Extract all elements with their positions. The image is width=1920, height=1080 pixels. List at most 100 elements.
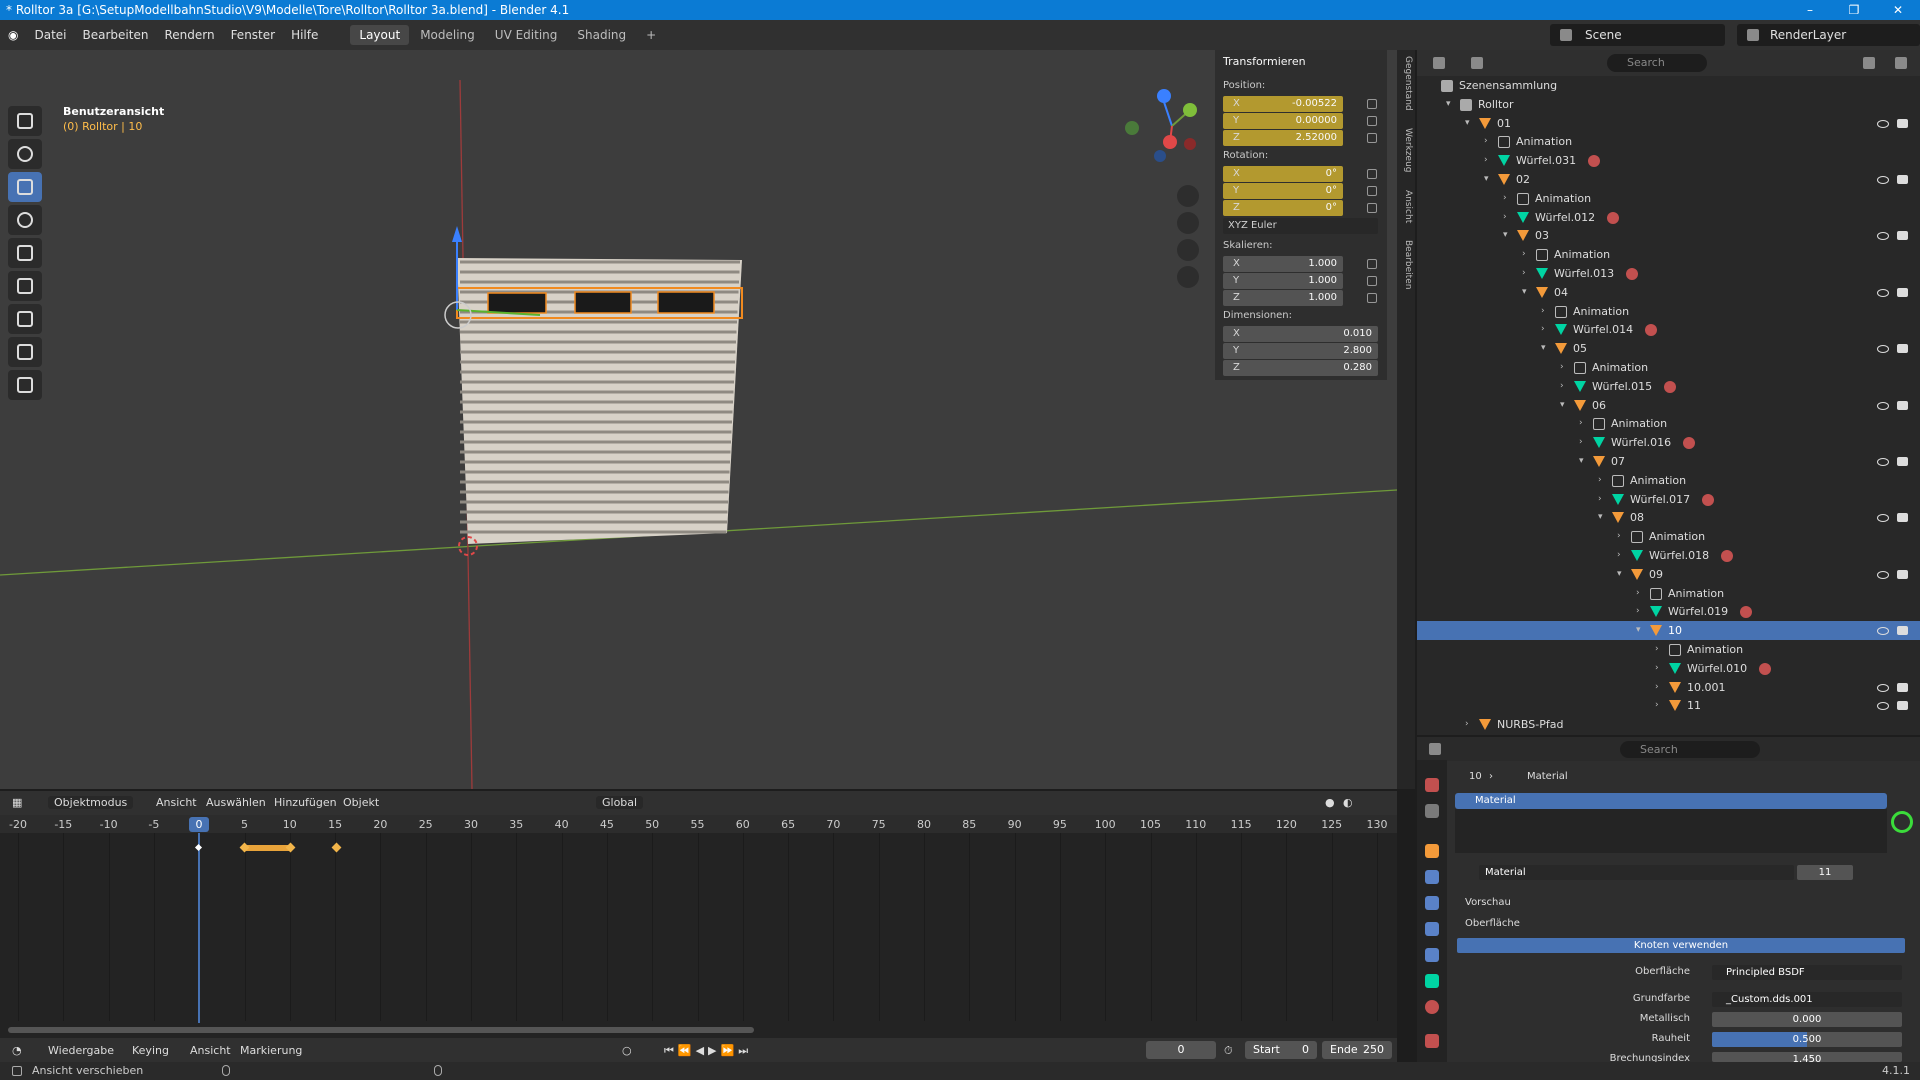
outliner-row[interactable]: › Animation bbox=[1417, 414, 1920, 433]
camera-icon[interactable] bbox=[1897, 400, 1908, 410]
measure-tool[interactable] bbox=[8, 337, 42, 367]
expand-arrow-icon[interactable]: › bbox=[1541, 320, 1551, 339]
start-frame-field[interactable]: Start 0 bbox=[1245, 1041, 1317, 1059]
move-tool[interactable] bbox=[8, 172, 42, 202]
outliner-row[interactable]: ▾ 06 bbox=[1417, 396, 1920, 415]
menu-fenster[interactable]: Fenster bbox=[223, 28, 284, 42]
timeline-scrollbar[interactable] bbox=[8, 1027, 754, 1033]
material-slot-list[interactable] bbox=[1455, 809, 1887, 853]
object-tab-icon[interactable] bbox=[1425, 844, 1439, 858]
rotation-z-field[interactable]: Z 0° bbox=[1223, 200, 1343, 216]
outliner-row[interactable]: › Animation bbox=[1417, 527, 1920, 546]
expand-arrow-icon[interactable]: › bbox=[1541, 302, 1551, 321]
editor-type-icon[interactable]: ◔ bbox=[12, 1044, 22, 1057]
outliner-row[interactable]: ▾ 04 bbox=[1417, 283, 1920, 302]
outliner-row[interactable]: › 11 bbox=[1417, 696, 1920, 715]
transform-header[interactable]: Transformieren bbox=[1223, 55, 1306, 68]
eye-icon[interactable] bbox=[1877, 683, 1889, 692]
expand-arrow-icon[interactable]: › bbox=[1655, 659, 1665, 678]
outliner-row[interactable]: ▾ 07 bbox=[1417, 452, 1920, 471]
expand-arrow-icon[interactable]: › bbox=[1617, 527, 1627, 546]
scale-tool[interactable] bbox=[8, 238, 42, 268]
camera-icon[interactable] bbox=[1897, 457, 1908, 466]
outliner-row[interactable]: ▾ 05 bbox=[1417, 339, 1920, 358]
expand-arrow-icon[interactable]: › bbox=[1522, 264, 1532, 283]
playhead-frame[interactable]: 0 bbox=[189, 817, 209, 832]
tab-modeling[interactable]: Modeling bbox=[411, 25, 484, 45]
lock-icon[interactable] bbox=[1367, 116, 1377, 126]
outliner-row[interactable]: › Animation bbox=[1417, 358, 1920, 377]
surface-shader-field[interactable]: Principled BSDF bbox=[1712, 965, 1902, 980]
outliner-row[interactable]: › Würfel.010 bbox=[1417, 659, 1920, 678]
menu-hinzufuegen[interactable]: Hinzufügen bbox=[274, 796, 337, 809]
keyframe[interactable] bbox=[331, 842, 342, 853]
outliner-row[interactable]: › Animation bbox=[1417, 640, 1920, 659]
outliner-row[interactable]: › Animation bbox=[1417, 584, 1920, 603]
expand-arrow-icon[interactable]: ▾ bbox=[1522, 283, 1532, 302]
position-z-field[interactable]: Z 2.52000 bbox=[1223, 130, 1343, 146]
output-tab-icon[interactable] bbox=[1425, 804, 1439, 818]
eye-icon[interactable] bbox=[1877, 232, 1889, 241]
expand-arrow-icon[interactable]: › bbox=[1503, 189, 1513, 208]
camera-icon[interactable] bbox=[1897, 344, 1908, 354]
annotate-tool[interactable] bbox=[8, 304, 42, 334]
surface-section[interactable]: Oberfläche bbox=[1465, 918, 1520, 929]
dimension-y-field[interactable]: Y 2.800 bbox=[1223, 343, 1378, 359]
keyframe[interactable] bbox=[194, 843, 203, 852]
outliner-row[interactable]: ▾ 02 bbox=[1417, 170, 1920, 189]
eye-icon[interactable] bbox=[1877, 345, 1889, 354]
menu-keying[interactable]: Keying bbox=[132, 1044, 169, 1057]
expand-arrow-icon[interactable]: › bbox=[1636, 584, 1646, 603]
rotate-tool[interactable] bbox=[8, 205, 42, 235]
outliner-row[interactable]: › 10.001 bbox=[1417, 678, 1920, 697]
outliner-row[interactable]: ▾ 01 bbox=[1417, 114, 1920, 133]
menu-markierung[interactable]: Markierung bbox=[240, 1044, 302, 1057]
scale-x-field[interactable]: X 1.000 bbox=[1223, 256, 1343, 272]
keyframe-hold-bar[interactable] bbox=[244, 845, 290, 851]
menu-ansicht-timeline[interactable]: Ansicht bbox=[190, 1044, 231, 1057]
outliner-row[interactable]: › Würfel.017 bbox=[1417, 490, 1920, 509]
lock-icon[interactable] bbox=[1367, 133, 1377, 143]
tab-gegenstand[interactable]: Gegenstand bbox=[1399, 56, 1413, 111]
expand-arrow-icon[interactable]: ▾ bbox=[1560, 396, 1570, 415]
camera-icon[interactable] bbox=[1897, 569, 1908, 579]
lock-icon[interactable] bbox=[1367, 293, 1377, 303]
select-box-tool[interactable] bbox=[8, 106, 42, 136]
close-button[interactable]: ✕ bbox=[1876, 0, 1920, 20]
menu-hilfe[interactable]: Hilfe bbox=[283, 28, 326, 42]
outliner-row[interactable]: › Animation bbox=[1417, 132, 1920, 151]
constraints-tab-icon[interactable] bbox=[1425, 948, 1439, 962]
dimension-z-field[interactable]: Z 0.280 bbox=[1223, 360, 1378, 376]
expand-arrow-icon[interactable]: › bbox=[1560, 377, 1570, 396]
scene-selector[interactable]: Scene bbox=[1550, 24, 1725, 46]
expand-arrow-icon[interactable]: › bbox=[1636, 602, 1646, 621]
expand-arrow-icon[interactable]: › bbox=[1579, 414, 1589, 433]
playhead-line[interactable] bbox=[198, 833, 200, 1023]
base-color-field[interactable]: _Custom.dds.001 bbox=[1712, 992, 1902, 1007]
outliner-row[interactable]: › Animation bbox=[1417, 302, 1920, 321]
cursor-tool[interactable] bbox=[8, 139, 42, 169]
expand-arrow-icon[interactable]: ▾ bbox=[1484, 170, 1494, 189]
scale-z-field[interactable]: Z 1.000 bbox=[1223, 290, 1343, 306]
outliner-row[interactable]: › Animation bbox=[1417, 245, 1920, 264]
expand-arrow-icon[interactable]: ▾ bbox=[1465, 114, 1475, 133]
physics-tab-icon[interactable] bbox=[1425, 922, 1439, 936]
maximize-button[interactable]: ❐ bbox=[1832, 0, 1876, 20]
outliner-row[interactable]: Szenensammlung bbox=[1417, 76, 1920, 95]
display-mode-icon[interactable] bbox=[1471, 57, 1483, 69]
render-tab-icon[interactable] bbox=[1425, 778, 1439, 792]
menu-wiedergabe[interactable]: Wiedergabe bbox=[48, 1044, 114, 1057]
minimize-button[interactable]: – bbox=[1788, 0, 1832, 20]
frame-ruler[interactable]: -20 -15 -10 -5 0 5 10 15 20 25 30 35 40 45 50 55 60 65 70 7… bbox=[0, 815, 1397, 833]
expand-arrow-icon[interactable]: › bbox=[1503, 208, 1513, 227]
outliner-row[interactable]: › NURBS-Pfad bbox=[1417, 715, 1920, 734]
tab-layout[interactable]: Layout bbox=[350, 25, 410, 45]
eye-icon[interactable] bbox=[1877, 288, 1889, 297]
rotation-x-field[interactable]: X 0° bbox=[1223, 166, 1343, 182]
outliner-search-input[interactable]: Search bbox=[1607, 54, 1707, 72]
mesh-data-tab-icon[interactable] bbox=[1425, 974, 1439, 988]
menu-datei[interactable]: Datei bbox=[26, 28, 74, 42]
properties-search-input[interactable]: Search bbox=[1620, 741, 1760, 758]
timer-icon[interactable]: ⏱ bbox=[1224, 1044, 1233, 1058]
expand-arrow-icon[interactable]: ▾ bbox=[1636, 621, 1646, 640]
